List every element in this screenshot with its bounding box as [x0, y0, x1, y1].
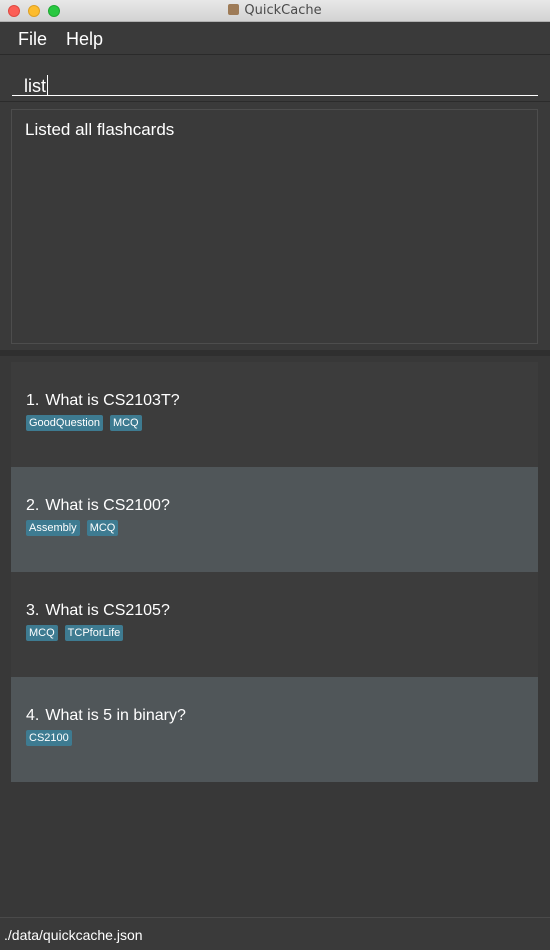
result-message: Listed all flashcards	[25, 120, 175, 139]
tag-badge: TCPforLife	[64, 625, 124, 641]
title-bar: QuickCache	[0, 0, 550, 22]
flashcard-item[interactable]: 4. What is 5 in binary? CS2100	[11, 677, 538, 782]
flashcard-question: What is CS2105?	[45, 602, 170, 619]
window-title-text: QuickCache	[244, 3, 322, 18]
flashcard-index: 1.	[26, 392, 40, 409]
result-display-panel: Listed all flashcards	[0, 104, 550, 350]
flashcard-question-line: 2. What is CS2100?	[26, 497, 170, 515]
result-display[interactable]: Listed all flashcards	[11, 109, 538, 344]
flashcard-question: What is CS2100?	[45, 497, 170, 514]
flashcard-question: What is 5 in binary?	[45, 707, 186, 724]
tag-badge: MCQ	[109, 415, 142, 431]
tag-badge: GoodQuestion	[26, 415, 103, 431]
command-text: list	[24, 76, 46, 96]
flashcard-index: 3.	[26, 602, 40, 619]
flashcard-index: 2.	[26, 497, 40, 514]
flashcard-item[interactable]: 2. What is CS2100? Assembly MCQ	[11, 467, 538, 572]
menu-help[interactable]: Help	[66, 29, 103, 50]
flashcard-index: 4.	[26, 707, 40, 724]
flashcard-question-line: 4. What is 5 in binary?	[26, 707, 186, 725]
tag-badge: MCQ	[26, 625, 58, 641]
flashcard-tags: MCQ TCPforLife	[26, 625, 124, 641]
window-title: QuickCache	[0, 3, 550, 18]
command-box: list	[0, 56, 550, 102]
flashcard-item[interactable]: 1. What is CS2103T? GoodQuestion MCQ	[11, 362, 538, 467]
flashcard-tags: GoodQuestion MCQ	[26, 415, 142, 431]
menu-file[interactable]: File	[18, 29, 47, 50]
flashcard-question-line: 3. What is CS2105?	[26, 602, 170, 620]
status-bar: ./data/quickcache.json	[0, 917, 550, 950]
menu-bar: File Help	[0, 22, 550, 55]
tag-badge: MCQ	[86, 520, 119, 536]
flashcard-question: What is CS2103T?	[45, 392, 180, 409]
app-window: QuickCache File Help list Listed all fla…	[0, 0, 550, 950]
flashcard-item[interactable]: 3. What is CS2105? MCQ TCPforLife	[11, 572, 538, 677]
flashcard-tags: Assembly MCQ	[26, 520, 119, 536]
flashcard-list[interactable]: 1. What is CS2103T? GoodQuestion MCQ 2. Wh…	[0, 356, 550, 917]
flashcard-question-line: 1. What is CS2103T?	[26, 392, 180, 410]
tag-badge: CS2100	[26, 730, 72, 746]
save-location-path: ./data/quickcache.json	[4, 927, 143, 943]
tag-badge: Assembly	[26, 520, 80, 536]
text-caret	[47, 75, 48, 95]
command-input[interactable]: list	[12, 64, 538, 96]
app-icon	[228, 4, 240, 15]
flashcard-tags: CS2100	[26, 730, 72, 746]
